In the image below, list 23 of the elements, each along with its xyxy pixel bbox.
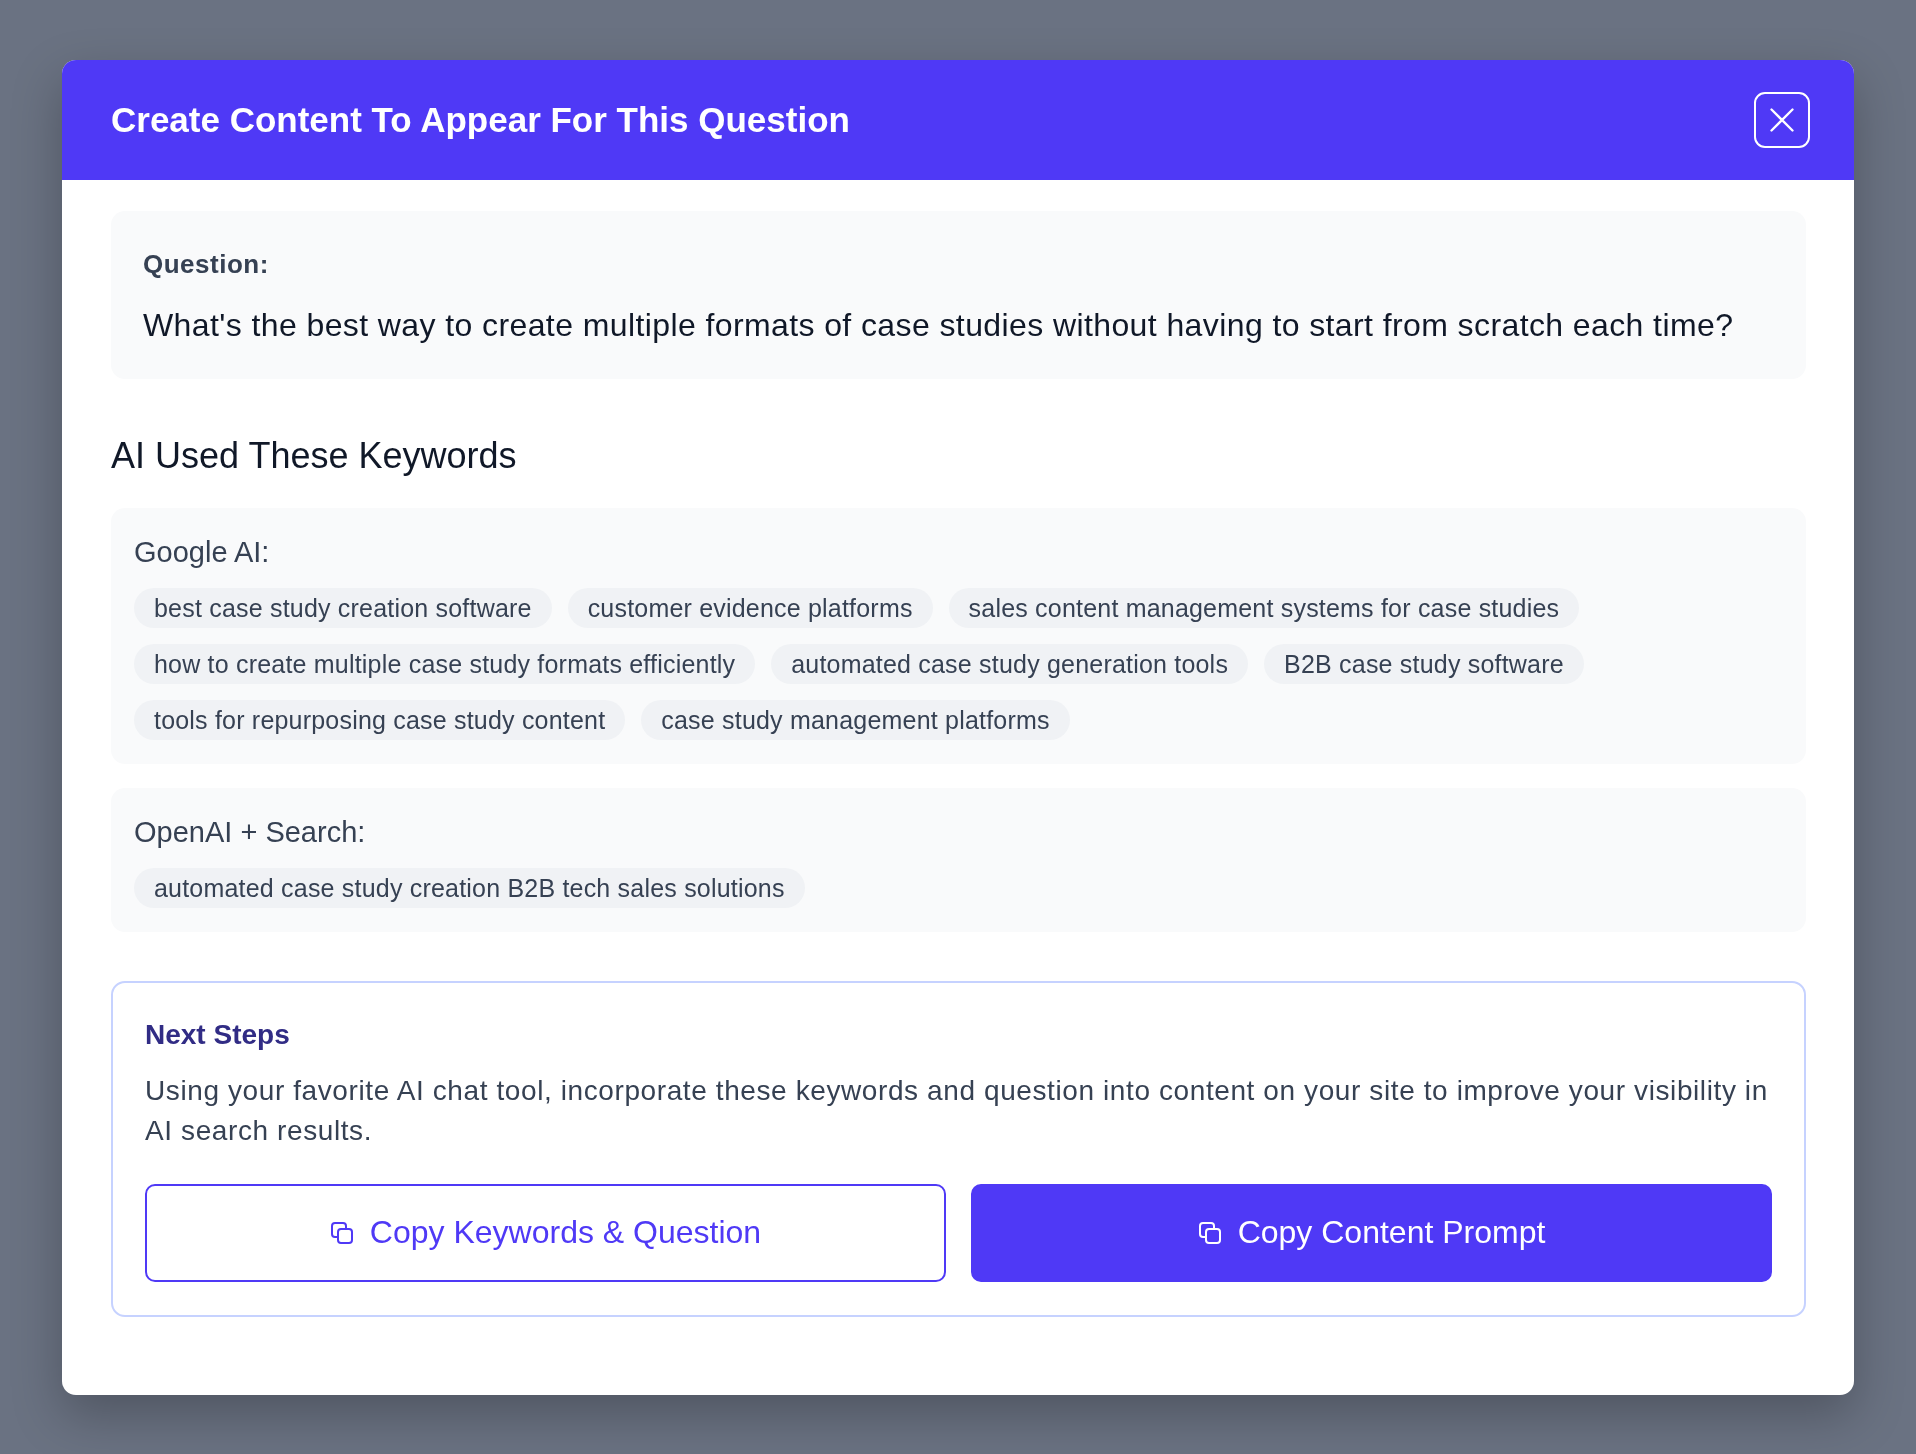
question-label: Question: xyxy=(143,247,270,280)
keyword-tag: automated case study generation tools xyxy=(771,643,1249,684)
copy-icon xyxy=(1197,1220,1222,1245)
copy-icon xyxy=(329,1220,354,1245)
keyword-tag: B2B case study software xyxy=(1264,643,1584,684)
keyword-tag: tools for repurposing case study content xyxy=(134,699,626,740)
keyword-tag: case study management platforms xyxy=(641,699,1070,740)
group-label: OpenAI + Search: xyxy=(134,814,367,850)
keyword-tag: automated case study creation B2B tech sales solutions xyxy=(134,867,805,908)
keyword-tag: sales content management systems for case studies xyxy=(948,587,1580,628)
keyword-tag: how to create multiple case study formats efficiently xyxy=(134,643,756,684)
section-heading: AI Used These Keywords xyxy=(111,433,518,478)
next-steps-heading: Next Steps xyxy=(145,1017,291,1052)
keyword-tag: customer evidence platforms xyxy=(567,587,933,628)
dialog-title: Create Content To Appear For This Question xyxy=(111,99,850,140)
close-button[interactable] xyxy=(1754,91,1810,148)
question-text: What's the best way to create multiple formats of case studies without having to start from scratch each time? xyxy=(143,305,1735,345)
next-steps-description: Using your favorite AI chat tool, incorporate these keywords and question into content on your site to improve your visibility in AI search results. xyxy=(145,1073,1769,1148)
close-icon xyxy=(1768,105,1796,134)
keyword-tag: best case study creation software xyxy=(134,587,552,628)
group-label: Google AI: xyxy=(134,534,271,570)
copy-button[interactable]: Copy Content Prompt xyxy=(971,1183,1772,1282)
copy-button[interactable]: Copy Keywords & Question xyxy=(145,1183,946,1282)
